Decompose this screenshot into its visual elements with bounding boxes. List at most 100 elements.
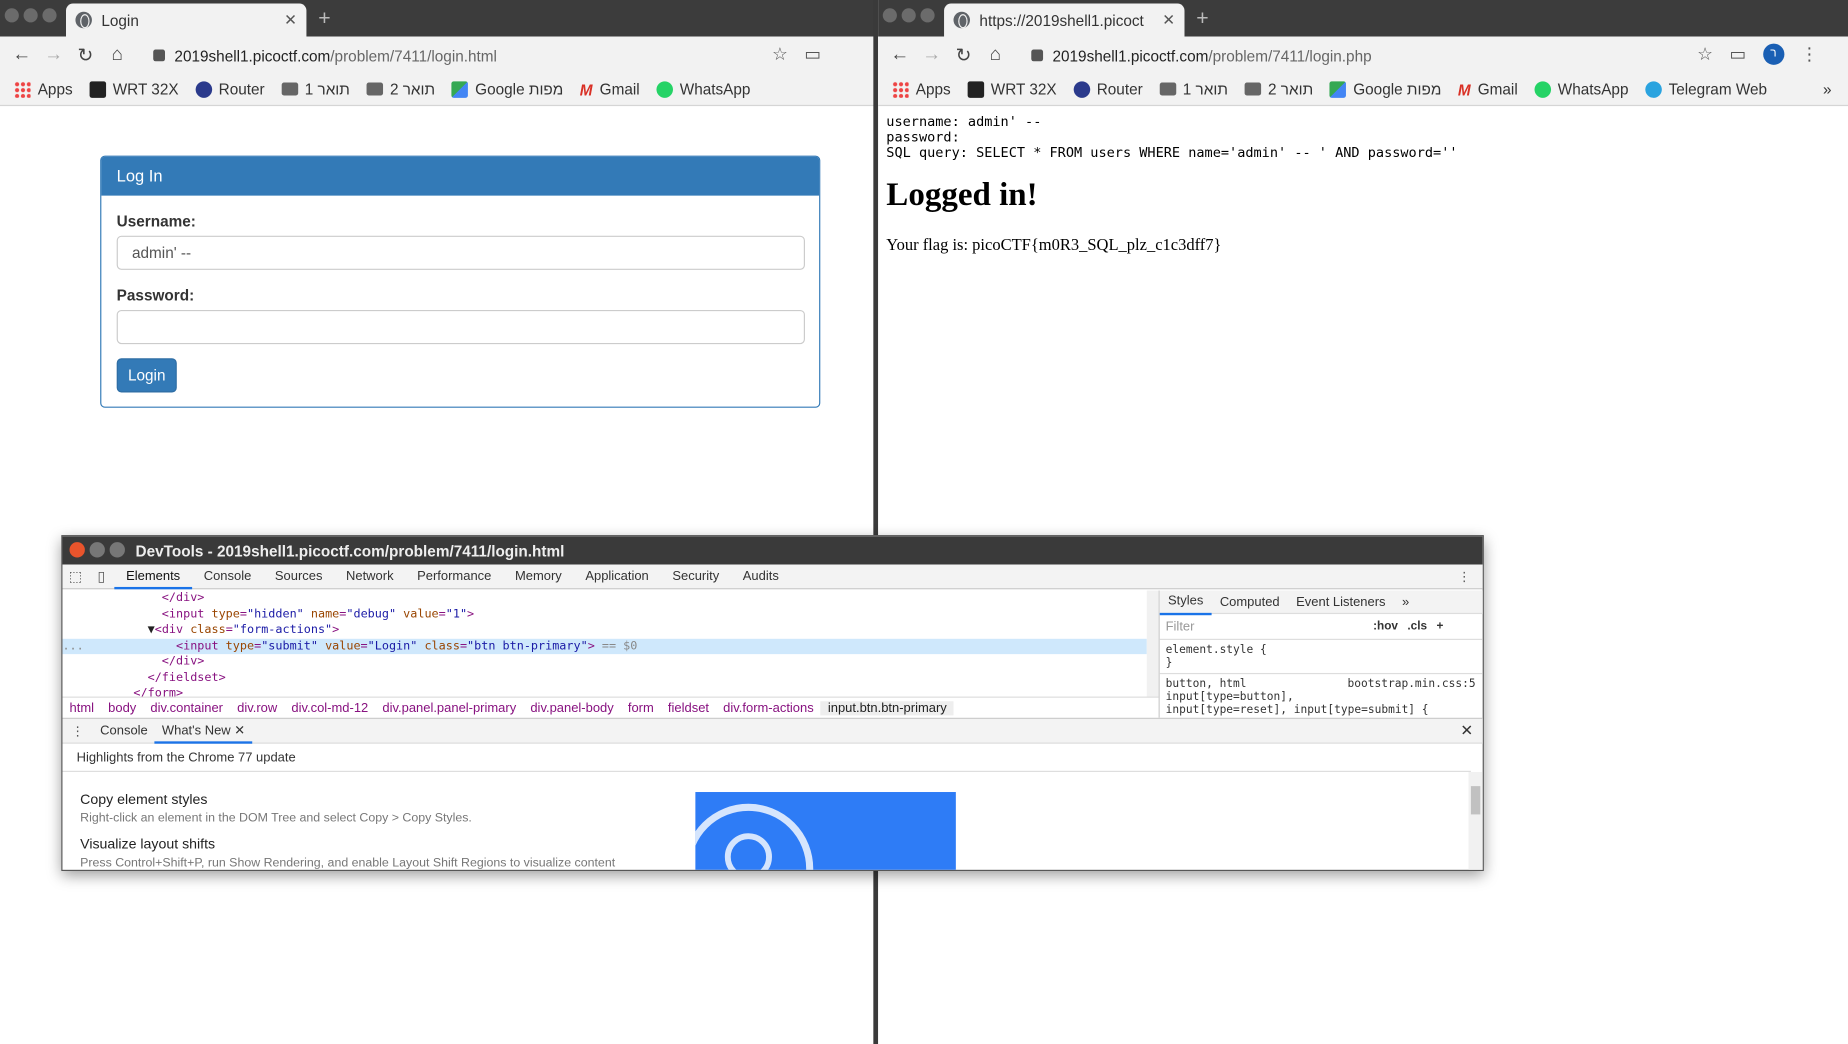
crumb[interactable]: div.row: [230, 701, 284, 715]
crumb[interactable]: div.form-actions: [716, 701, 821, 715]
dom-tree[interactable]: </div> <input type="hidden" name="debug"…: [62, 590, 1147, 700]
bookmarks-overflow-icon[interactable]: »: [1823, 80, 1832, 98]
tab-audits[interactable]: Audits: [731, 564, 791, 589]
browser-tab-login-php[interactable]: https://2019shell1.picoct ✕: [944, 3, 1185, 37]
new-tab-icon[interactable]: +: [1196, 6, 1208, 31]
dom-line[interactable]: </fieldset>: [62, 670, 1146, 686]
bookmark-maps[interactable]: Google מפות: [451, 80, 563, 98]
home-icon[interactable]: ⌂: [979, 44, 1011, 65]
drawer-menu-icon[interactable]: ⋮: [62, 723, 93, 738]
star-icon[interactable]: ☆: [1697, 44, 1713, 65]
bookmark-apps[interactable]: Apps: [14, 80, 73, 98]
window-controls[interactable]: [882, 8, 935, 23]
bookmark-whatsapp[interactable]: WhatsApp: [656, 80, 750, 98]
element-style-rule[interactable]: element.style { }: [1159, 640, 1483, 675]
tab-elements[interactable]: Elements: [114, 564, 192, 589]
tab-sources[interactable]: Sources: [263, 564, 334, 589]
bookmark-gmail[interactable]: M Gmail: [580, 80, 640, 98]
globe-icon: [75, 11, 92, 29]
bookmark-router[interactable]: Router: [1073, 80, 1143, 98]
whats-new-scrollbar[interactable]: [1468, 771, 1483, 870]
devtools-titlebar[interactable]: DevTools - 2019shell1.picoctf.com/proble…: [62, 536, 1483, 565]
crumb[interactable]: fieldset: [661, 701, 716, 715]
styles-filter-input[interactable]: Filter: [1166, 619, 1364, 633]
crumb[interactable]: body: [101, 701, 143, 715]
username-input[interactable]: admin' --: [116, 235, 805, 270]
bookmark-folder-1[interactable]: 1 תואר: [1159, 80, 1228, 98]
devtools-window-controls[interactable]: [69, 542, 125, 558]
bookmark-apps[interactable]: Apps: [892, 80, 951, 98]
forward-icon[interactable]: →: [38, 44, 70, 65]
crumb[interactable]: div.container: [143, 701, 230, 715]
devtools-menu-icon[interactable]: ⋮: [1458, 569, 1471, 584]
crumb[interactable]: div.panel-body: [523, 701, 621, 715]
bookmark-folder-2[interactable]: 2 תואר: [1244, 80, 1313, 98]
bookmark-folder-2[interactable]: 2 תואר: [366, 80, 435, 98]
star-icon[interactable]: ☆: [772, 44, 788, 65]
tab-security[interactable]: Security: [661, 564, 731, 589]
tab-event-listeners[interactable]: Event Listeners: [1288, 590, 1394, 614]
bookmark-folder-1[interactable]: 1 תואר: [281, 80, 350, 98]
dom-line-selected[interactable]: ... <input type="submit" value="Login" c…: [62, 638, 1147, 655]
tab-network[interactable]: Network: [334, 564, 405, 589]
inspect-element-icon[interactable]: ⬚: [62, 568, 88, 585]
bookmark-gmail[interactable]: M Gmail: [1458, 80, 1518, 98]
forward-icon[interactable]: →: [916, 44, 948, 65]
folder-icon: [1244, 82, 1261, 96]
tab-computed[interactable]: Computed: [1212, 590, 1288, 614]
reload-icon[interactable]: ↻: [70, 43, 102, 67]
cls-toggle[interactable]: .cls: [1407, 620, 1427, 633]
back-icon[interactable]: ←: [6, 44, 38, 65]
address-bar[interactable]: 2019shell1.picoctf.com/problem/7411/logi…: [153, 44, 497, 68]
window-controls[interactable]: [4, 8, 57, 23]
close-drawer-icon[interactable]: ✕: [1460, 721, 1473, 740]
address-bar[interactable]: 2019shell1.picoctf.com/problem/7411/logi…: [1031, 44, 1372, 68]
tab-performance[interactable]: Performance: [405, 564, 503, 589]
devtools-tabbar: ⬚ ▯ Elements Console Sources Network Per…: [62, 564, 1483, 590]
add-rule-icon[interactable]: +: [1436, 620, 1443, 633]
drawer-tab-console[interactable]: Console: [93, 718, 155, 744]
dom-line[interactable]: </div>: [62, 654, 1146, 670]
browser-tab-login[interactable]: Login ✕: [66, 3, 307, 37]
whats-new-item[interactable]: Visualize layout shifts Press Control+Sh…: [80, 836, 615, 870]
dom-line[interactable]: </div>: [62, 590, 1146, 606]
drawer-tab-whats-new[interactable]: What's New ✕: [154, 718, 253, 744]
tab-application[interactable]: Application: [574, 564, 661, 589]
crumb[interactable]: html: [62, 701, 101, 715]
new-tab-icon[interactable]: +: [318, 6, 330, 31]
close-tab-icon[interactable]: ✕: [234, 724, 245, 738]
bookmark-whatsapp[interactable]: WhatsApp: [1534, 80, 1628, 98]
rule-source-link[interactable]: bootstrap.min.css:5: [1348, 674, 1476, 694]
hov-toggle[interactable]: :hov: [1373, 620, 1398, 633]
reload-icon[interactable]: ↻: [948, 43, 980, 67]
whats-new-item[interactable]: Copy element styles Right-click an eleme…: [80, 791, 472, 825]
menu-icon[interactable]: ⋮: [1800, 44, 1818, 65]
tab-memory[interactable]: Memory: [503, 564, 573, 589]
extension-icon[interactable]: ▭: [1730, 44, 1747, 65]
crumb[interactable]: div.panel.panel-primary: [375, 701, 523, 715]
tab-console[interactable]: Console: [192, 564, 263, 589]
dom-line[interactable]: ▼<div class="form-actions">: [62, 622, 1146, 638]
styles-tabbar: Styles Computed Event Listeners »: [1159, 589, 1483, 615]
close-tab-icon[interactable]: ✕: [284, 11, 297, 30]
bookmark-maps[interactable]: Google מפות: [1329, 80, 1441, 98]
bookmark-router[interactable]: Router: [195, 80, 265, 98]
login-button[interactable]: Login: [116, 358, 177, 393]
close-tab-icon[interactable]: ✕: [1162, 11, 1175, 30]
back-icon[interactable]: ←: [884, 44, 916, 65]
crumb[interactable]: div.col-md-12: [284, 701, 375, 715]
bookmark-telegram[interactable]: Telegram Web: [1644, 80, 1767, 98]
crumb[interactable]: form: [621, 701, 661, 715]
bookmark-wrt[interactable]: WRT 32X: [89, 80, 179, 98]
extension-icon[interactable]: ▭: [804, 44, 821, 65]
dom-scrollbar[interactable]: [1146, 590, 1159, 697]
profile-avatar[interactable]: ר: [1762, 43, 1784, 65]
dom-line[interactable]: <input type="hidden" name="debug" value=…: [62, 606, 1146, 622]
home-icon[interactable]: ⌂: [101, 44, 133, 65]
bookmark-wrt[interactable]: WRT 32X: [967, 80, 1057, 98]
more-tabs-icon[interactable]: »: [1394, 590, 1418, 614]
tab-styles[interactable]: Styles: [1159, 589, 1212, 615]
device-toolbar-icon[interactable]: ▯: [88, 568, 114, 585]
password-input[interactable]: [116, 309, 805, 345]
crumb-current[interactable]: input.btn.btn-primary: [820, 700, 954, 715]
